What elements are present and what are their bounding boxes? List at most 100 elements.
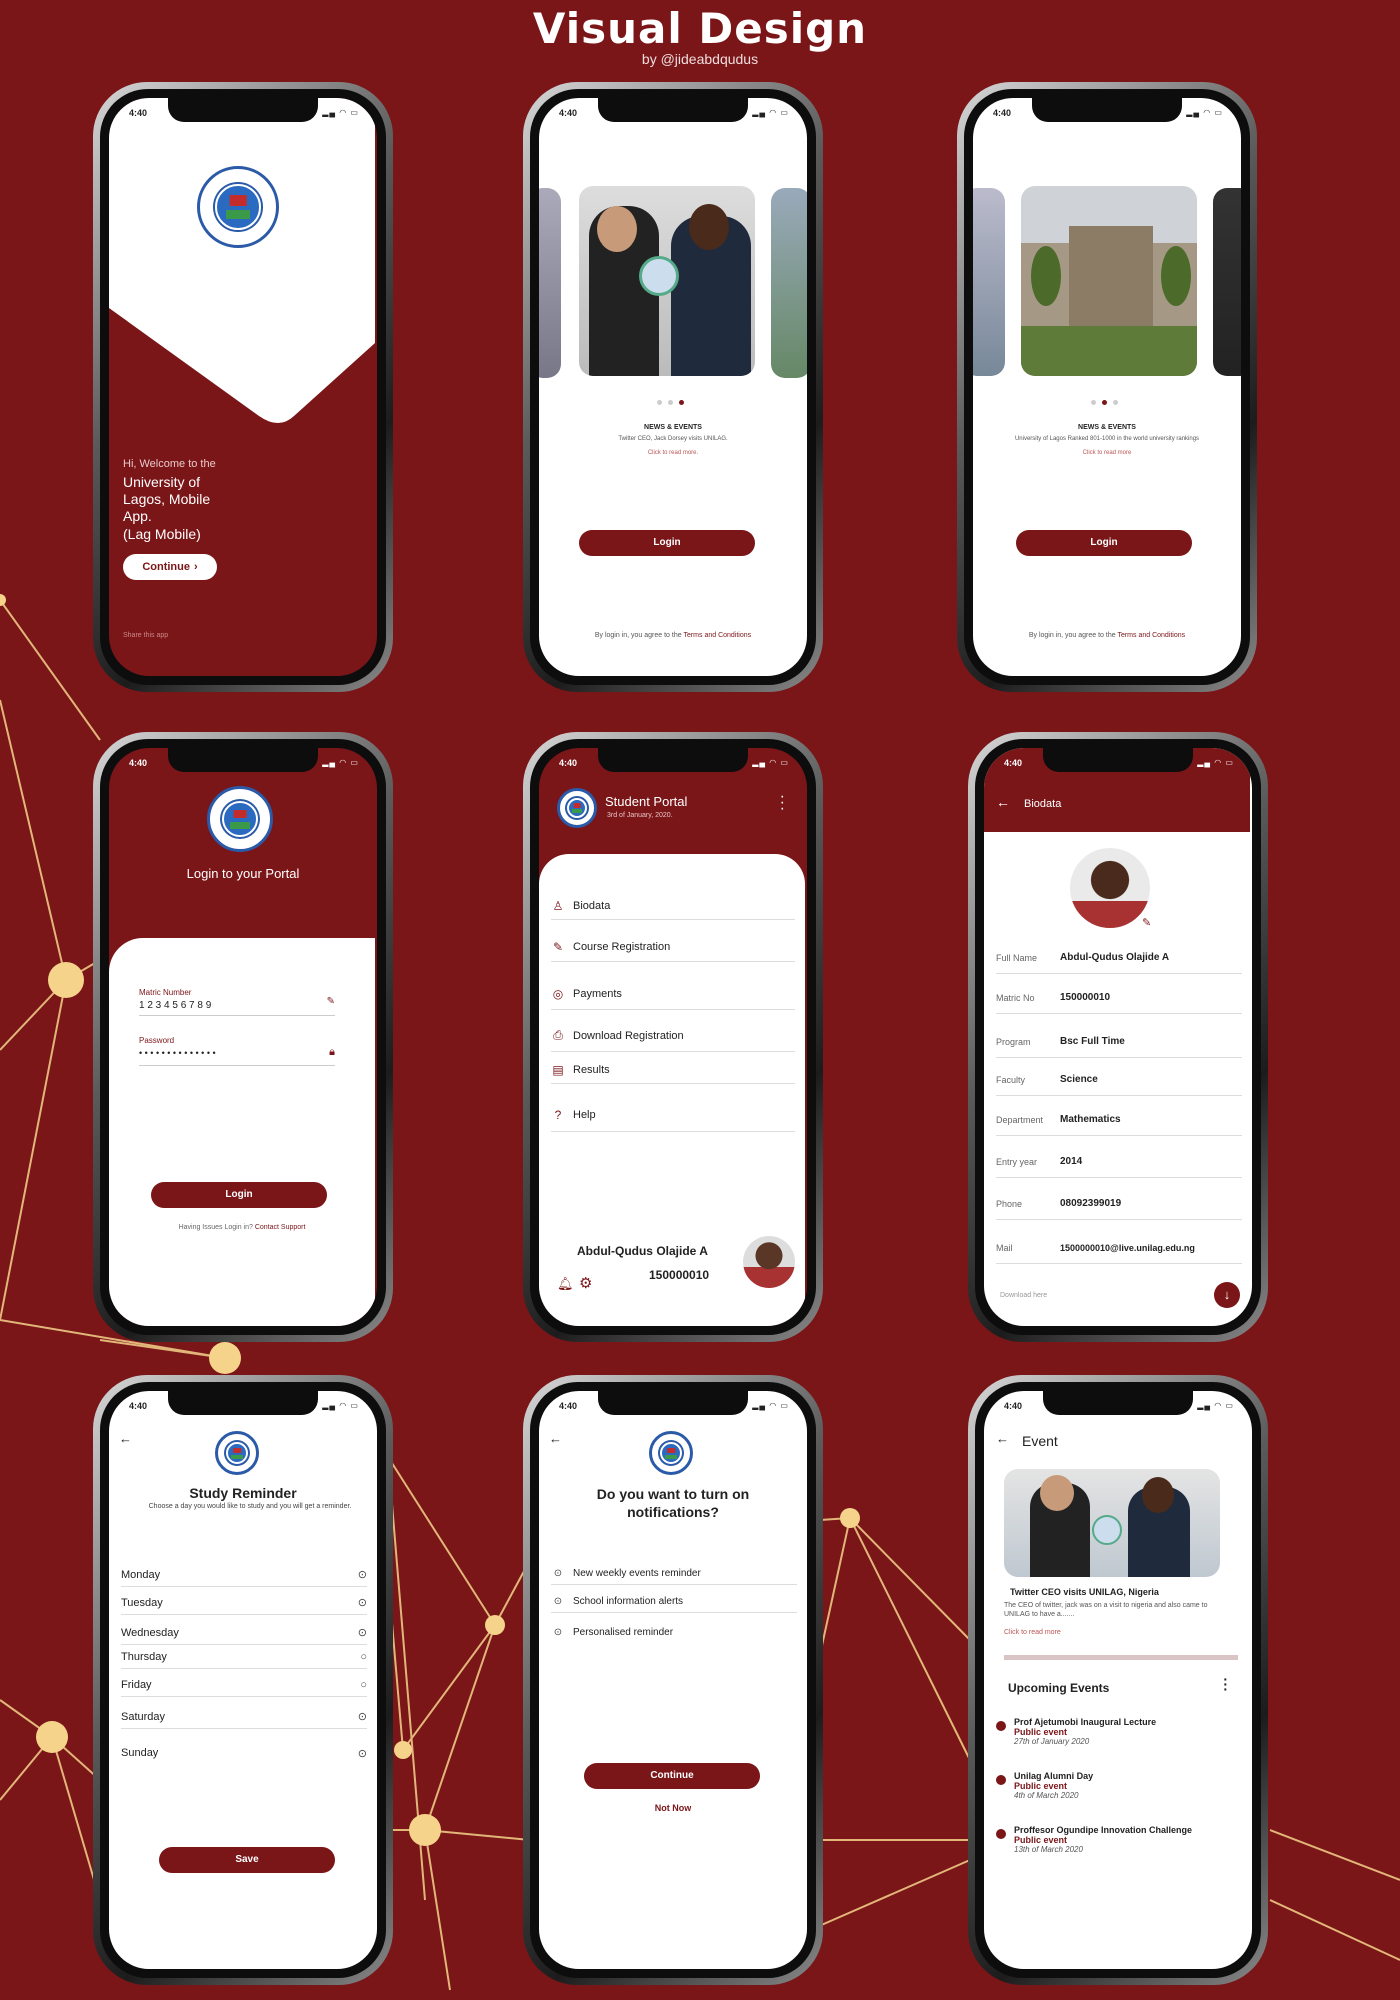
lock-icon[interactable]: 🔒︎ [329,1046,335,1059]
biodata-row-entry-year: Entry year 2014 [996,1146,1242,1178]
status-icons: ▂▄ ◠ ▭ [322,108,359,117]
menu-item-course-registration[interactable]: ✎ Course Registration [551,932,795,962]
check-circle-icon[interactable]: ⊙ [358,1747,367,1760]
event-item-3[interactable]: Proffesor Ogundipe Innovation Challenge … [996,1825,1248,1854]
login-button[interactable]: Login [579,530,755,556]
welcome-screen: 4:40 ▂▄ ◠ ▭ Hi, Welcome to the Universit… [109,98,377,676]
empty-circle-icon[interactable]: ○ [360,1651,367,1663]
check-circle-icon[interactable]: ⊙ [358,1626,367,1639]
day-row-monday[interactable]: Monday ⊙ [121,1563,367,1587]
edit-document-icon: ✎ [552,939,564,954]
day-row-friday[interactable]: Friday ○ [121,1673,367,1697]
contact-support-link[interactable]: Contact Support [255,1224,306,1231]
news-text: Twitter CEO, Jack Dorsey visits UNILAG. [618,436,728,442]
day-row-tuesday[interactable]: Tuesday ⊙ [121,1591,367,1615]
page-byline: by @jideabdqudus [641,51,759,67]
read-more-link[interactable]: Click to read more. [539,450,807,456]
carousel-dots[interactable] [657,400,684,405]
day-row-thursday[interactable]: Thursday ○ [121,1645,367,1669]
event-item-1[interactable]: Prof Ajetumobi Inaugural Lecture Public … [996,1717,1244,1746]
carousel-current-image[interactable] [1021,186,1197,376]
bell-icon[interactable]: 🔔︎ [557,1276,574,1292]
news-text: University of Lagos Ranked 801-1000 in t… [1014,436,1200,442]
more-vertical-icon[interactable]: · · · [1223,1672,1228,1696]
share-app-link[interactable]: Share this app [123,632,168,639]
profile-photo[interactable] [1070,848,1150,928]
continue-button[interactable]: Continue [584,1763,760,1789]
read-more-link[interactable]: Click to read more [1004,1629,1061,1636]
back-arrow-icon[interactable]: ← [996,1431,1009,1446]
menu-item-biodata[interactable]: ♙ Biodata [551,892,795,920]
notch [598,1391,748,1415]
terms-link[interactable]: Terms and Conditions [683,632,751,639]
carousel-prev-image[interactable] [539,188,561,378]
carousel-next-image[interactable] [1213,188,1241,376]
event-headline: Twitter CEO visits UNILAG, Nigeria [1010,1587,1159,1597]
terms-link[interactable]: Terms and Conditions [1117,632,1185,639]
carousel-current-image[interactable] [579,186,755,376]
notch [1043,748,1193,772]
notification-option-school[interactable]: ⊙ School information alerts [551,1591,797,1613]
notch [1032,98,1182,122]
biodata-title: Biodata [1024,798,1062,810]
check-circle-icon[interactable]: ⊙ [551,1627,565,1638]
more-vertical-icon[interactable]: · · · [780,789,785,817]
status-time: 4:40 [993,108,1012,118]
download-icon[interactable]: ↓ [1214,1282,1240,1308]
status-time: 4:40 [559,1401,578,1411]
status-time: 4:40 [559,758,578,768]
check-circle-icon[interactable]: ⊙ [358,1596,367,1609]
status-time: 4:40 [129,1401,148,1411]
event-item-2[interactable]: Unilag Alumni Day Public event 4th of Ma… [996,1771,1244,1800]
back-arrow-icon[interactable]: ← [549,1431,562,1446]
student-avatar[interactable] [743,1236,795,1288]
check-circle-icon[interactable]: ⊙ [551,1568,565,1579]
save-button[interactable]: Save [159,1847,335,1873]
matric-input[interactable]: 1 2 3 4 5 6 7 8 9 ✎ [139,996,335,1016]
day-row-wednesday[interactable]: Wednesday ⊙ [121,1621,367,1645]
pencil-icon[interactable]: ✎ [1142,916,1151,929]
gear-icon[interactable]: ⚙ [579,1274,592,1292]
day-row-sunday[interactable]: Sunday ⊙ [121,1741,367,1765]
notification-option-weekly[interactable]: ⊙ New weekly events reminder [551,1563,797,1585]
back-arrow-icon[interactable]: ← [119,1431,132,1446]
portal-menu-panel: ♙ Biodata ✎ Course Registration ◎ Payments … [539,854,805,1326]
status-time: 4:40 [1004,1401,1023,1411]
not-now-button[interactable]: Not Now [539,1803,807,1813]
empty-circle-icon[interactable]: ○ [360,1679,367,1691]
menu-item-results[interactable]: ▤ Results [551,1056,795,1084]
student-matric: 150000010 [649,1268,710,1282]
status-icons: ▂▄ ◠ ▭ [322,1401,359,1410]
password-value: • • • • • • • • • • • • • • [139,1048,216,1058]
notch [168,1391,318,1415]
check-circle-icon[interactable]: ⊙ [358,1568,367,1581]
event-screen: 4:40 ▂▄ ◠ ▭ ← Event Twitter CEO visits U… [984,1391,1252,1969]
day-row-saturday[interactable]: Saturday ⊙ [121,1705,367,1729]
news-label: NEWS & EVENTS [1078,424,1136,431]
download-link[interactable]: Download here [1000,1292,1047,1299]
password-input[interactable]: • • • • • • • • • • • • • • 🔒︎ [139,1046,335,1066]
carousel-prev-image[interactable] [973,188,1005,376]
back-arrow-icon[interactable]: ← [996,794,1010,810]
event-image[interactable] [1004,1469,1220,1577]
login-button[interactable]: Login [1016,530,1192,556]
menu-item-help[interactable]: ? Help [551,1098,795,1132]
study-reminder-subtitle: Choose a day you would like to study and… [148,1503,352,1510]
continue-button[interactable]: Continue › [123,554,217,580]
biodata-row-department: Department Mathematics [996,1104,1242,1136]
notification-option-personalised[interactable]: ⊙ Personalised reminder [551,1621,797,1643]
pencil-icon[interactable]: ✎ [327,996,335,1007]
clipboard-icon: ▤ [552,1062,564,1077]
notifications-screen: 4:40 ▂▄ ◠ ▭ ← Do you want to turn on not… [539,1391,807,1969]
check-circle-icon[interactable]: ⊙ [551,1596,565,1607]
carousel-next-image[interactable] [771,188,807,378]
status-time: 4:40 [1004,758,1023,768]
check-circle-icon[interactable]: ⊙ [358,1710,367,1723]
read-more-link[interactable]: Click to read more [973,450,1241,456]
login-button[interactable]: Login [151,1182,327,1208]
menu-item-download-registration[interactable]: ⎙ Download Registration [551,1020,795,1052]
menu-item-payments[interactable]: ◎ Payments [551,978,795,1010]
support-text: Having Issues Login in? Contact Support [109,1224,375,1231]
phone-study-reminder: 4:40 ▂▄ ◠ ▭ ← Study Reminder Choose a da… [93,1375,393,1985]
carousel-dots[interactable] [1091,400,1118,405]
